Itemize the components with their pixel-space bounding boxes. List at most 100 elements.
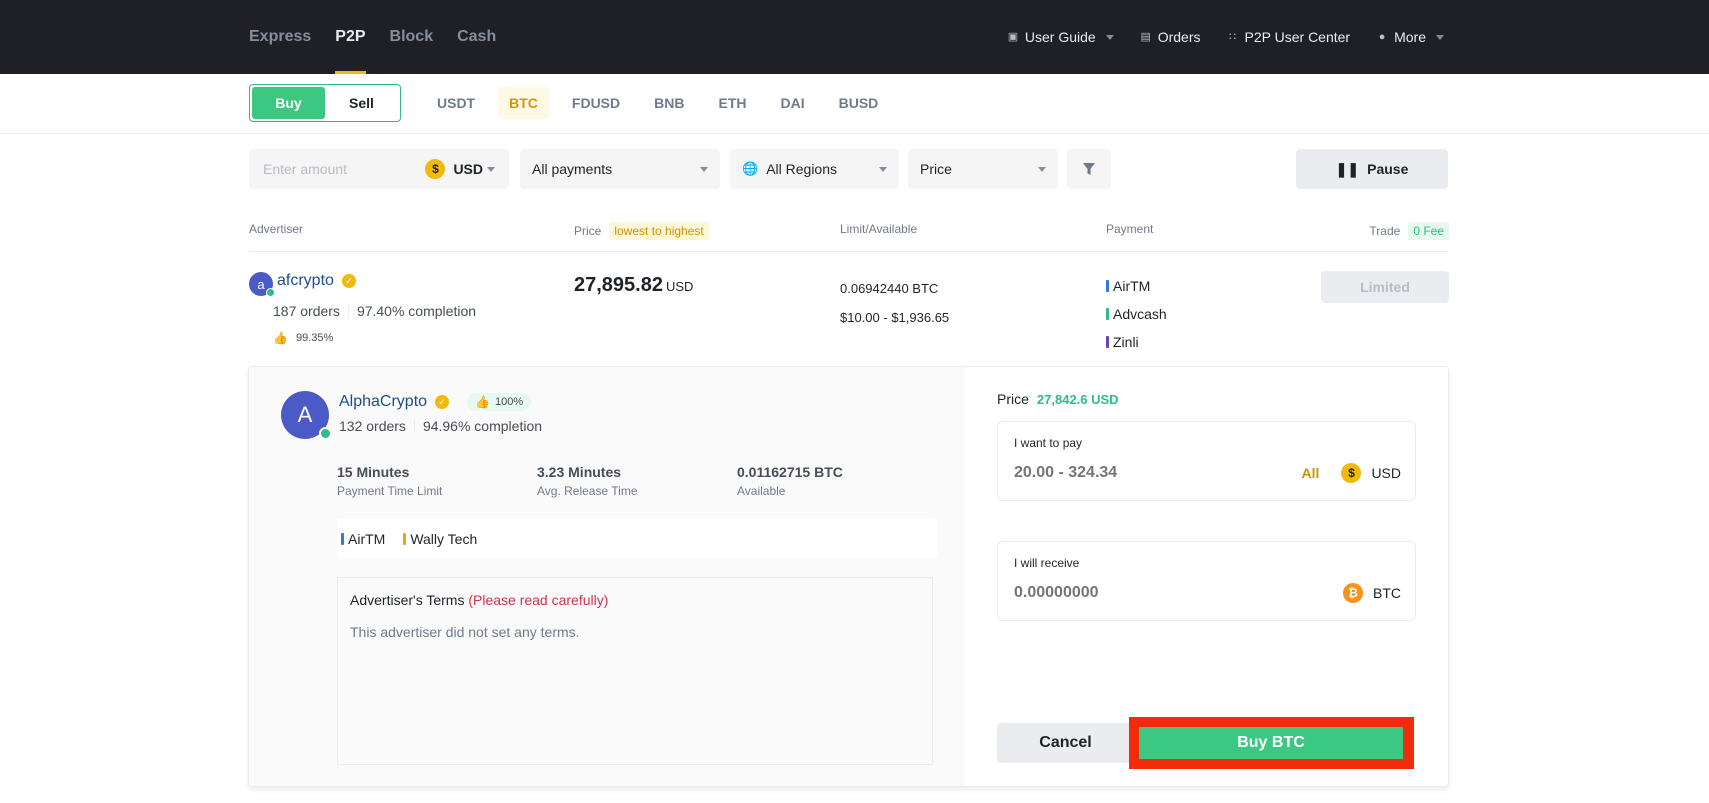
more-menu[interactable]: ● More (1376, 29, 1444, 45)
col-trade: Trade 0 Fee (1369, 222, 1449, 240)
divider (413, 420, 415, 432)
coin-tab-usdt[interactable]: USDT (426, 87, 486, 119)
trade-header: Trade (1369, 224, 1401, 238)
payment-method-tag: Zinli (1106, 328, 1167, 356)
info-value: 0.01162715 BTC (737, 464, 843, 480)
currency-select[interactable]: $ USD (425, 159, 495, 179)
advertiser-terms-box: Advertiser's Terms (Please read carefull… (337, 577, 933, 765)
verified-badge-icon: ✓ (435, 395, 450, 409)
info-label: Available (737, 484, 786, 498)
info-value: 15 Minutes (337, 464, 410, 480)
price-value: 27,842.6 USD (1036, 391, 1119, 407)
payment-method-name: AirTM (1113, 278, 1151, 294)
all-button[interactable]: All (1302, 465, 1320, 481)
filter-button[interactable] (1067, 149, 1111, 189)
receive-label: I will receive (1014, 556, 1080, 570)
tab-express[interactable]: Express (249, 0, 311, 74)
amount-placeholder: Enter amount (263, 161, 348, 177)
info-value: 3.23 Minutes (537, 464, 622, 480)
payments-select[interactable]: All payments (520, 149, 720, 189)
payment-method-tag: AirTM (341, 531, 385, 547)
chevron-down-icon (700, 166, 708, 172)
sort-order-tag[interactable]: lowest to highest (609, 222, 709, 240)
coin-tab-btc[interactable]: BTC (498, 87, 549, 119)
chevron-down-icon (1038, 166, 1046, 172)
advertiser-name: afcrypto (277, 272, 334, 289)
advertiser-name-link[interactable]: afcrypto ✓ (277, 272, 356, 290)
terms-body: This advertiser did not set any terms. (350, 624, 580, 640)
main-tabs: Express P2P Block Cash (249, 0, 520, 74)
payment-method-tag: Wally Tech (403, 531, 477, 547)
coin-tab-eth[interactable]: ETH (707, 87, 757, 119)
terms-title: Advertiser's Terms (Please read carefull… (350, 592, 608, 608)
filter-bar: Enter amount $ USD All payments 🌐 All Re… (249, 149, 1449, 189)
regions-select[interactable]: 🌐 All Regions (730, 149, 899, 189)
cancel-button[interactable]: Cancel (997, 723, 1134, 763)
payment-methods: AirTM Advcash Zinli (1106, 272, 1167, 356)
receive-amount-input[interactable] (1014, 584, 1274, 602)
buy-button-highlight: Buy BTC (1129, 717, 1414, 769)
header-right-menu: ▣ User Guide ▤ Orders ∷ P2P User Center … (1007, 0, 1444, 74)
completion-rate: 94.96% completion (422, 418, 543, 434)
order-count: 187 orders (273, 303, 340, 319)
pause-button[interactable]: ❚❚ Pause (1296, 149, 1448, 189)
buy-btc-button[interactable]: Buy BTC (1139, 727, 1403, 759)
limited-button[interactable]: Limited (1321, 271, 1449, 303)
limit-range: $10.00 - $1,936.65 (840, 310, 950, 325)
sort-label: Price (920, 161, 952, 177)
tab-p2p[interactable]: P2P (335, 0, 366, 74)
order-price: Price 27,842.6 USD (997, 391, 1119, 407)
col-price: Price lowest to highest (574, 222, 709, 240)
top-navigation-bar: Express P2P Block Cash ▣ User Guide ▤ Or… (0, 0, 1709, 74)
advertiser-name: AlphaCrypto (339, 393, 428, 410)
price-value: 27,895.82 (574, 274, 663, 296)
buy-tab[interactable]: Buy (252, 87, 325, 119)
p2p-user-center-link[interactable]: ∷ P2P User Center (1227, 29, 1350, 45)
coin-tab-bnb[interactable]: BNB (643, 87, 695, 119)
avatar[interactable]: a (249, 272, 275, 297)
pause-icon: ❚❚ (1335, 160, 1360, 177)
chevron-down-icon (1105, 34, 1114, 40)
payment-method-name: Wally Tech (410, 531, 478, 547)
sort-select[interactable]: Price (908, 149, 1058, 189)
like-rate-value: 100% (495, 396, 524, 408)
document-icon: ▤ (1140, 31, 1151, 43)
coin-tab-fdusd[interactable]: FDUSD (561, 87, 631, 119)
pay-amount-input[interactable] (1014, 464, 1274, 482)
completion-rate: 97.40% completion (356, 303, 477, 319)
orders-link[interactable]: ▤ Orders (1140, 29, 1201, 45)
payment-method-tag: AirTM (1106, 272, 1167, 300)
payment-method-name: Zinli (1113, 334, 1139, 350)
tab-cash[interactable]: Cash (457, 0, 496, 74)
user-guide-menu[interactable]: ▣ User Guide (1007, 29, 1114, 45)
ad-price: 27,895.82 USD (574, 274, 693, 297)
chevron-down-icon (1436, 34, 1444, 40)
table-header: Advertiser Price lowest to highest Limit… (249, 220, 1449, 252)
amount-input[interactable]: Enter amount $ USD (249, 149, 509, 189)
verified-badge-icon: ✓ (341, 274, 356, 288)
coin-tab-dai[interactable]: DAI (769, 87, 815, 119)
avatar[interactable]: A (281, 391, 332, 440)
rating-value: 99.35% (295, 332, 334, 344)
sell-tab[interactable]: Sell (325, 87, 398, 119)
col-limit: Limit/Available (840, 222, 917, 236)
zero-fee-tag: 0 Fee (1408, 222, 1449, 240)
payment-method-name: Advcash (1113, 306, 1167, 322)
available-amount: 0.01162715 BTC Available (737, 464, 843, 498)
online-status-dot (319, 427, 332, 440)
advertiser-stats: 187 orders 97.40% completion (273, 303, 476, 319)
tab-block[interactable]: Block (390, 0, 434, 74)
advertiser-name-link[interactable]: AlphaCrypto ✓ 👍 100% (339, 393, 532, 411)
advertiser-stats: 132 orders 94.96% completion (339, 418, 542, 434)
thumbs-up-icon: 👍 (273, 331, 288, 345)
online-status-dot (266, 288, 275, 297)
order-form: Price 27,842.6 USD I want to pay All $ U… (965, 367, 1448, 786)
color-bar (1106, 308, 1109, 320)
positive-rating: 👍 99.35% (273, 331, 333, 345)
coin-tab-busd[interactable]: BUSD (828, 87, 890, 119)
price-label: Price (997, 391, 1029, 407)
payment-time-limit: 15 Minutes Payment Time Limit (337, 464, 442, 498)
price-currency: USD (665, 279, 694, 294)
receive-amount-field: I will receive ₿ BTC (997, 541, 1416, 621)
thumbs-up-icon: 👍 (475, 395, 490, 409)
